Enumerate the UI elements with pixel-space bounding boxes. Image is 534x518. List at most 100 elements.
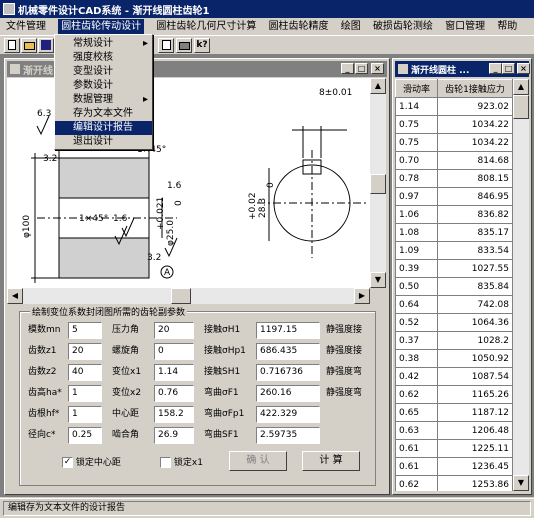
param-input[interactable]: 5 — [68, 322, 102, 339]
slip-rate-cell[interactable]: 1.09 — [395, 241, 438, 260]
slip-rate-cell[interactable]: 0.42 — [395, 367, 438, 386]
dropdown-item[interactable]: 数据管理 ▸ — [55, 93, 152, 107]
new-file-button[interactable] — [4, 38, 20, 53]
help-cursor-button[interactable]: k? — [194, 38, 210, 53]
contact-stress-cell[interactable]: 1087.54 — [437, 367, 513, 386]
menu-draw[interactable]: 绘图 — [341, 21, 361, 32]
param-input[interactable]: 0.25 — [68, 427, 102, 444]
dropdown-item[interactable]: 强度校核 — [55, 51, 152, 65]
param-input[interactable]: 40 — [68, 364, 102, 381]
slip-rate-cell[interactable]: 0.62 — [395, 385, 438, 404]
contact-stress-cell[interactable]: 1187.12 — [437, 403, 513, 422]
slip-rate-cell[interactable]: 0.75 — [395, 115, 438, 134]
slip-rate-cell[interactable]: 1.14 — [395, 97, 438, 116]
contact-stress-cell[interactable]: 808.15 — [437, 169, 513, 188]
scroll-up-icon[interactable]: ▲ — [370, 78, 386, 94]
table-row[interactable]: 0.75 1034.22 — [395, 115, 513, 134]
table-row[interactable]: 0.38 1050.92 — [395, 349, 513, 368]
slip-rate-cell[interactable]: 0.39 — [395, 259, 438, 278]
scroll-left-icon[interactable]: ◀ — [7, 288, 23, 304]
table-row[interactable]: 1.06 836.82 — [395, 205, 513, 224]
slip-rate-cell[interactable]: 0.75 — [395, 133, 438, 152]
table-row[interactable]: 0.97 846.95 — [395, 187, 513, 206]
drawing-vscrollbar[interactable]: ▲ ▼ — [370, 78, 386, 288]
table-row[interactable]: 0.61 1225.11 — [395, 439, 513, 458]
slip-rate-cell[interactable]: 0.78 — [395, 169, 438, 188]
contact-stress-cell[interactable]: 742.08 — [437, 295, 513, 314]
contact-stress-cell[interactable]: 1027.55 — [437, 259, 513, 278]
slip-rate-cell[interactable]: 0.37 — [395, 331, 438, 350]
table-row[interactable]: 0.63 1206.48 — [395, 421, 513, 440]
maximize-button[interactable]: □ — [355, 63, 368, 74]
table-row[interactable]: 1.14 923.02 — [395, 97, 513, 116]
contact-stress-cell[interactable]: 1206.48 — [437, 421, 513, 440]
table-row[interactable]: 0.42 1087.54 — [395, 367, 513, 386]
lock-center-check-icon[interactable]: ✓ — [62, 457, 73, 468]
scroll-down-icon[interactable]: ▼ — [370, 272, 386, 288]
minimize-button[interactable]: _ — [341, 63, 354, 74]
contact-stress-cell[interactable]: 1034.22 — [437, 133, 513, 152]
table-row[interactable]: 0.70 814.68 — [395, 151, 513, 170]
result-field[interactable]: 686.435 — [256, 343, 320, 360]
contact-stress-cell[interactable]: 1034.22 — [437, 115, 513, 134]
menu-gear-design[interactable]: 圆柱齿轮传动设计 — [58, 19, 145, 34]
open-folder-button[interactable] — [21, 38, 37, 53]
minimize-button[interactable]: _ — [489, 63, 502, 74]
col-header-slip[interactable]: 滑动率 — [395, 79, 438, 98]
menu-help[interactable]: 帮助 — [497, 21, 517, 32]
hscroll-thumb[interactable] — [171, 288, 191, 304]
param-input[interactable]: 0.76 — [154, 385, 194, 402]
slip-rate-cell[interactable]: 0.61 — [395, 439, 438, 458]
slip-rate-cell[interactable]: 0.97 — [395, 187, 438, 206]
contact-stress-cell[interactable]: 833.54 — [437, 241, 513, 260]
param-input[interactable]: 26.9 — [154, 427, 194, 444]
table-vscrollbar[interactable]: ▲ ▼ — [513, 79, 529, 491]
menu-survey[interactable]: 破损齿轮测绘 — [373, 21, 433, 32]
table-row[interactable]: 0.37 1028.2 — [395, 331, 513, 350]
contact-stress-cell[interactable]: 1236.45 — [437, 457, 513, 476]
menu-geometry[interactable]: 圆柱齿轮几何尺寸计算 — [156, 21, 256, 32]
slip-rate-cell[interactable]: 1.08 — [395, 223, 438, 242]
contact-stress-cell[interactable]: 1253.86 — [437, 475, 513, 491]
contact-stress-cell[interactable]: 835.17 — [437, 223, 513, 242]
menu-window[interactable]: 窗口管理 — [445, 21, 485, 32]
menu-file[interactable]: 文件管理 — [6, 21, 46, 32]
slip-rate-cell[interactable]: 0.61 — [395, 457, 438, 476]
table-row[interactable]: 0.50 835.84 — [395, 277, 513, 296]
contact-stress-cell[interactable]: 1028.2 — [437, 331, 513, 350]
print-preview-button[interactable] — [158, 38, 174, 53]
param-input[interactable]: 158.2 — [154, 406, 194, 423]
table-row[interactable]: 0.39 1027.55 — [395, 259, 513, 278]
slip-rate-cell[interactable]: 0.64 — [395, 295, 438, 314]
dropdown-item[interactable]: 常规设计 ▸ — [55, 37, 152, 51]
table-scroll-thumb[interactable] — [513, 95, 529, 119]
contact-stress-cell[interactable]: 1225.11 — [437, 439, 513, 458]
contact-stress-cell[interactable]: 835.84 — [437, 277, 513, 296]
table-row[interactable]: 0.75 1034.22 — [395, 133, 513, 152]
slip-rate-cell[interactable]: 1.06 — [395, 205, 438, 224]
table-row[interactable]: 0.78 808.15 — [395, 169, 513, 188]
print-button[interactable] — [176, 38, 192, 53]
col-header-stress[interactable]: 齿轮1接触应力 — [437, 79, 513, 98]
table-row[interactable]: 0.64 742.08 — [395, 295, 513, 314]
confirm-button[interactable]: 确 认 — [229, 451, 287, 471]
maximize-button[interactable]: □ — [502, 63, 515, 74]
param-input[interactable]: 0 — [154, 343, 194, 360]
scroll-down-icon[interactable]: ▼ — [513, 475, 529, 491]
param-input[interactable]: 1 — [68, 385, 102, 402]
dropdown-item[interactable]: 参数设计 — [55, 79, 152, 93]
close-button[interactable]: × — [371, 63, 384, 74]
dropdown-item[interactable]: 编辑设计报告 — [55, 121, 152, 135]
slip-rate-cell[interactable]: 0.38 — [395, 349, 438, 368]
table-row[interactable]: 1.09 833.54 — [395, 241, 513, 260]
slip-rate-cell[interactable]: 0.63 — [395, 421, 438, 440]
table-row[interactable]: 0.62 1253.86 — [395, 475, 513, 491]
dropdown-item[interactable]: 存为文本文件 — [55, 107, 152, 121]
lock-center-checkbox[interactable]: ✓ 锁定中心距 — [62, 455, 121, 468]
param-input[interactable]: 20 — [68, 343, 102, 360]
contact-stress-cell[interactable]: 1064.36 — [437, 313, 513, 332]
param-input[interactable]: 20 — [154, 322, 194, 339]
close-button[interactable]: × — [517, 63, 530, 74]
contact-stress-cell[interactable]: 923.02 — [437, 97, 513, 116]
lock-x1-checkbox[interactable]: 锁定x1 — [160, 455, 203, 468]
